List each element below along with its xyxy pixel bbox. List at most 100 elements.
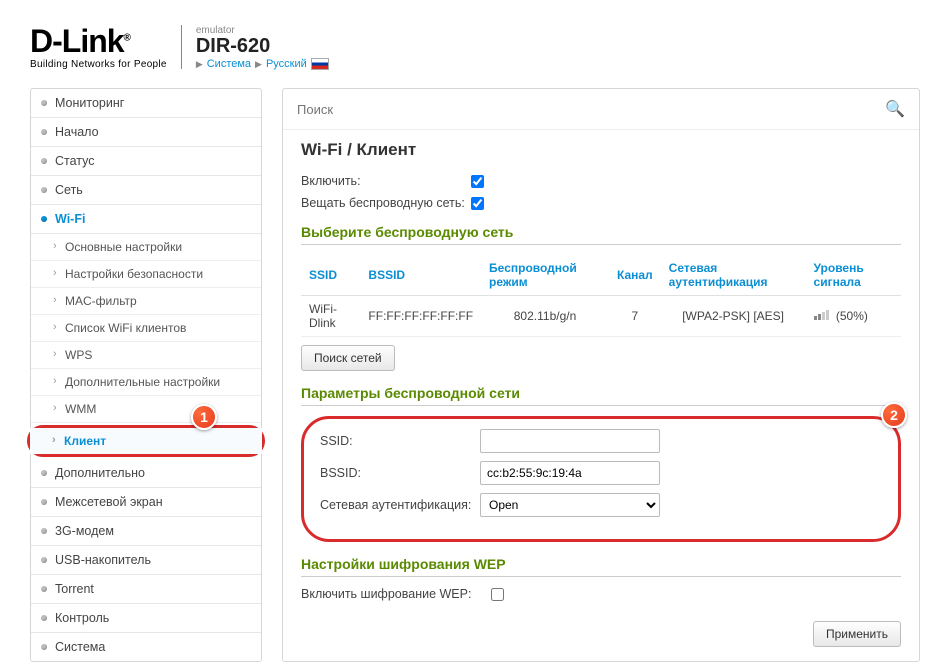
cell-auth: [WPA2-PSK] [AES]: [661, 296, 806, 337]
col-auth[interactable]: Сетевая аутентификация: [661, 255, 806, 296]
signal-text: (50%): [836, 309, 868, 323]
section-wep: Настройки шифрования WEP: [301, 556, 901, 577]
annotation-badge-2: 2: [881, 402, 907, 428]
sidebar-sub-advanced[interactable]: Дополнительные настройки: [31, 369, 261, 396]
sidebar-item-3g[interactable]: 3G-модем: [31, 517, 261, 546]
flag-ru-icon: [311, 58, 329, 70]
col-channel[interactable]: Канал: [609, 255, 661, 296]
auth-label: Сетевая аутентификация:: [320, 498, 480, 512]
sidebar-item-label: Дополнительные настройки: [65, 375, 220, 389]
scan-networks-button[interactable]: Поиск сетей: [301, 345, 395, 371]
sidebar-sub-clients[interactable]: Список WiFi клиентов: [31, 315, 261, 342]
apply-button[interactable]: Применить: [813, 621, 901, 647]
sidebar-item-label: MAC-фильтр: [65, 294, 137, 308]
logo-divider: [181, 25, 182, 69]
annotation-highlight-2: SSID: BSSID: Сетевая аутентификация: Ope…: [301, 416, 901, 542]
wep-enable-checkbox[interactable]: [491, 588, 504, 601]
logo-block: D-Link® Building Networks for People: [30, 25, 167, 70]
sidebar-item-label: Wi-Fi: [55, 212, 85, 226]
col-mode[interactable]: Беспроводной режим: [481, 255, 609, 296]
enable-label: Включить:: [301, 174, 471, 188]
bc-system[interactable]: Система: [207, 58, 251, 70]
cell-signal: (50%): [806, 296, 901, 337]
sidebar-sub-wmm[interactable]: WMM: [31, 396, 261, 423]
chevron-right-icon: ▶: [196, 59, 203, 70]
sidebar-sub-wps[interactable]: WPS: [31, 342, 261, 369]
cell-channel: 7: [609, 296, 661, 337]
table-row[interactable]: WiFi-Dlink FF:FF:FF:FF:FF:FF 802.11b/g/n…: [301, 296, 901, 337]
sidebar-item-label: Контроль: [55, 611, 109, 625]
sidebar-item-torrent[interactable]: Torrent: [31, 575, 261, 604]
col-signal[interactable]: Уровень сигнала: [806, 255, 901, 296]
sidebar-item-label: Межсетевой экран: [55, 495, 163, 509]
model-name: DIR-620: [196, 36, 329, 56]
section-select-network: Выберите беспроводную сеть: [301, 224, 901, 245]
sidebar-item-label: USB-накопитель: [55, 553, 151, 567]
search-input[interactable]: [297, 102, 885, 117]
sidebar-item-label: Мониторинг: [55, 96, 124, 110]
sidebar-sub-client[interactable]: Клиент: [30, 428, 262, 454]
sidebar-item-monitoring[interactable]: Мониторинг: [31, 89, 261, 118]
header: D-Link® Building Networks for People emu…: [30, 25, 920, 70]
breadcrumb: ▶ Система ▶ Русский: [196, 58, 329, 70]
sidebar-item-status[interactable]: Статус: [31, 147, 261, 176]
bssid-label: BSSID:: [320, 466, 480, 480]
sidebar-menu: Мониторинг Начало Статус Сеть Wi-Fi Осно…: [30, 88, 262, 662]
ssid-input[interactable]: [480, 429, 660, 453]
broadcast-label: Вещать беспроводную сеть:: [301, 196, 471, 210]
sidebar-item-usb[interactable]: USB-накопитель: [31, 546, 261, 575]
bc-language[interactable]: Русский: [266, 58, 307, 70]
sidebar-item-label: Клиент: [64, 434, 106, 448]
sidebar-item-start[interactable]: Начало: [31, 118, 261, 147]
auth-select[interactable]: Open: [480, 493, 660, 517]
enable-checkbox[interactable]: [471, 175, 484, 188]
sidebar-sub-macfilter[interactable]: MAC-фильтр: [31, 288, 261, 315]
bssid-input[interactable]: [480, 461, 660, 485]
row-wep-enable: Включить шифрование WEP:: [301, 587, 901, 601]
ssid-label: SSID:: [320, 434, 480, 448]
network-table: SSID BSSID Беспроводной режим Канал Сете…: [301, 255, 901, 337]
page-title: Wi-Fi / Клиент: [301, 140, 901, 160]
sidebar-item-network[interactable]: Сеть: [31, 176, 261, 205]
sidebar-sub-basic[interactable]: Основные настройки: [31, 234, 261, 261]
chevron-right-icon: ▶: [255, 59, 262, 70]
annotation-badge-1: 1: [191, 404, 217, 430]
sidebar-item-label: Torrent: [55, 582, 94, 596]
sidebar-item-label: Дополнительно: [55, 466, 145, 480]
sidebar-item-wifi[interactable]: Wi-Fi: [31, 205, 261, 234]
sidebar-item-label: 3G-модем: [55, 524, 114, 538]
logo-sub: Building Networks for People: [30, 59, 167, 70]
sidebar-item-advanced[interactable]: Дополнительно: [31, 459, 261, 488]
annotation-highlight-1: Клиент: [27, 425, 265, 457]
row-enable: Включить:: [301, 174, 901, 188]
sidebar-item-system[interactable]: Система: [31, 633, 261, 661]
sidebar-item-label: Основные настройки: [65, 240, 182, 254]
logo-main: D-Link®: [30, 25, 167, 57]
sidebar-item-label: Настройки безопасности: [65, 267, 203, 281]
content-panel: 🔍 Wi-Fi / Клиент Включить: Вещать беспро…: [282, 88, 920, 662]
signal-bars-icon: [814, 310, 829, 320]
sidebar-item-label: WPS: [65, 348, 92, 362]
sidebar-item-firewall[interactable]: Межсетевой экран: [31, 488, 261, 517]
wep-enable-label: Включить шифрование WEP:: [301, 587, 491, 601]
sidebar: Мониторинг Начало Статус Сеть Wi-Fi Осно…: [30, 88, 262, 662]
cell-mode: 802.11b/g/n: [481, 296, 609, 337]
col-ssid[interactable]: SSID: [301, 255, 360, 296]
section-params: Параметры беспроводной сети: [301, 385, 901, 406]
cell-ssid: WiFi-Dlink: [301, 296, 360, 337]
search-row: 🔍: [283, 89, 919, 130]
sidebar-item-label: Статус: [55, 154, 95, 168]
sidebar-sub-security[interactable]: Настройки безопасности: [31, 261, 261, 288]
sidebar-item-label: Начало: [55, 125, 99, 139]
sidebar-item-control[interactable]: Контроль: [31, 604, 261, 633]
row-broadcast: Вещать беспроводную сеть:: [301, 196, 901, 210]
sidebar-item-label: Сеть: [55, 183, 83, 197]
search-icon[interactable]: 🔍: [885, 99, 905, 119]
sidebar-item-label: Система: [55, 640, 105, 654]
sidebar-item-label: WMM: [65, 402, 96, 416]
sidebar-item-label: Список WiFi клиентов: [65, 321, 186, 335]
model-block: emulator DIR-620 ▶ Система ▶ Русский: [196, 25, 329, 70]
broadcast-checkbox[interactable]: [471, 197, 484, 210]
cell-bssid: FF:FF:FF:FF:FF:FF: [360, 296, 481, 337]
col-bssid[interactable]: BSSID: [360, 255, 481, 296]
